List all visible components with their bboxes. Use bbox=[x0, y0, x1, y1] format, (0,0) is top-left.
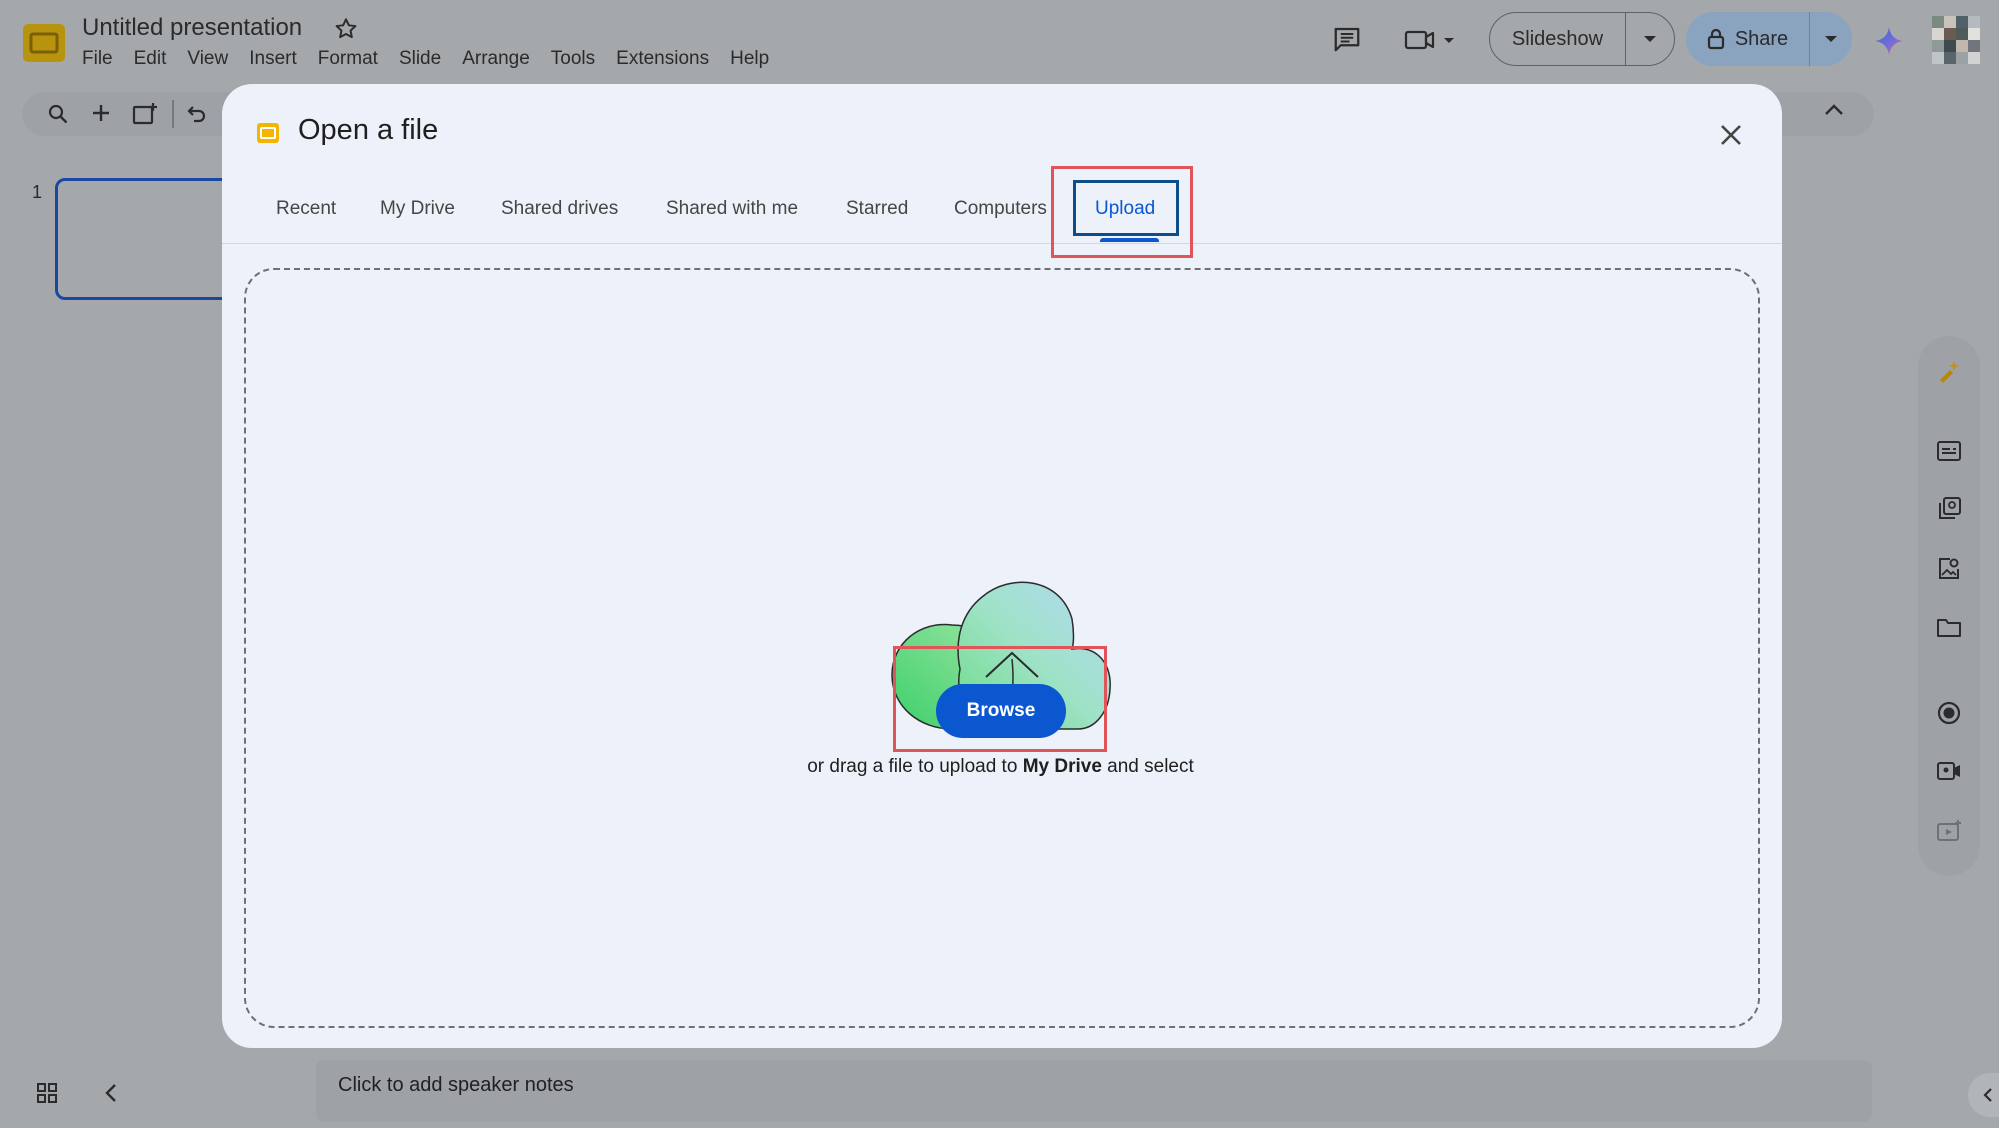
menu-view[interactable]: View bbox=[187, 48, 228, 70]
tab-computers[interactable]: Computers bbox=[954, 196, 1047, 244]
share-dropdown[interactable] bbox=[1810, 35, 1852, 43]
document-title[interactable]: Untitled presentation bbox=[82, 14, 302, 42]
slide-thumbnail[interactable] bbox=[55, 178, 235, 300]
open-file-dialog: Open a file Recent My Drive Shared drive… bbox=[222, 84, 1782, 1048]
speaker-notes-placeholder: Click to add speaker notes bbox=[338, 1074, 574, 1096]
menu-file[interactable]: File bbox=[82, 48, 113, 70]
slideshow-button[interactable]: Slideshow bbox=[1489, 12, 1675, 66]
tab-shared-drives[interactable]: Shared drives bbox=[501, 196, 618, 244]
browse-button[interactable]: Browse bbox=[936, 684, 1066, 738]
gemini-icon[interactable] bbox=[1874, 26, 1904, 56]
slideshow-dropdown[interactable] bbox=[1626, 35, 1674, 43]
focus-ring bbox=[1073, 180, 1179, 236]
comment-icon[interactable] bbox=[1332, 24, 1362, 54]
chevron-left-icon[interactable] bbox=[104, 1083, 118, 1103]
toolbar-divider bbox=[172, 100, 174, 128]
side-panel bbox=[1918, 336, 1980, 876]
gemini-brush-icon[interactable] bbox=[1936, 358, 1962, 384]
camera-insert-icon[interactable] bbox=[1936, 760, 1962, 782]
tab-starred[interactable]: Starred bbox=[846, 196, 908, 244]
slideshow-label[interactable]: Slideshow bbox=[1490, 13, 1626, 65]
grid-view-icon[interactable] bbox=[36, 1082, 58, 1104]
menu-bar: File Edit View Insert Format Slide Arran… bbox=[82, 48, 790, 70]
close-icon[interactable] bbox=[1718, 122, 1744, 148]
upload-hint: or drag a file to upload to My Drive and… bbox=[222, 756, 1779, 778]
star-icon[interactable] bbox=[333, 16, 359, 42]
chevron-down-icon bbox=[1644, 36, 1656, 42]
account-avatar[interactable] bbox=[1932, 16, 1980, 64]
lock-icon bbox=[1707, 28, 1724, 50]
menu-slide[interactable]: Slide bbox=[399, 48, 441, 70]
share-label: Share bbox=[1734, 27, 1789, 50]
slides-logo-icon bbox=[257, 123, 279, 143]
slides-logo-icon[interactable] bbox=[22, 22, 66, 64]
captions-icon[interactable] bbox=[1936, 440, 1962, 462]
chevron-up-icon[interactable] bbox=[1824, 104, 1844, 116]
image-search-icon[interactable] bbox=[1936, 556, 1962, 582]
layers-icon[interactable] bbox=[1936, 496, 1962, 522]
meet-camera-icon[interactable] bbox=[1404, 26, 1460, 54]
hint-prefix: or drag a file to upload to bbox=[807, 756, 1023, 777]
menu-tools[interactable]: Tools bbox=[551, 48, 595, 70]
side-panel-toggle[interactable] bbox=[1968, 1073, 1999, 1117]
chevron-down-icon bbox=[1825, 36, 1837, 42]
new-slide-icon[interactable] bbox=[132, 102, 158, 126]
dialog-title: Open a file bbox=[298, 114, 439, 146]
tab-recent[interactable]: Recent bbox=[276, 196, 336, 244]
top-bar: Untitled presentation File Edit View Ins… bbox=[0, 0, 1999, 84]
chevron-left-icon bbox=[1983, 1088, 1992, 1102]
tab-my-drive[interactable]: My Drive bbox=[380, 196, 455, 244]
slide-number: 1 bbox=[32, 182, 43, 202]
hint-suffix: and select bbox=[1101, 756, 1194, 777]
speaker-notes[interactable]: Click to add speaker notes bbox=[316, 1060, 1872, 1122]
menu-extensions[interactable]: Extensions bbox=[616, 48, 709, 70]
tab-shared-with-me[interactable]: Shared with me bbox=[666, 196, 798, 244]
menu-edit[interactable]: Edit bbox=[134, 48, 167, 70]
hint-location: My Drive bbox=[1022, 756, 1102, 777]
menu-help[interactable]: Help bbox=[730, 48, 769, 70]
undo-icon[interactable] bbox=[186, 102, 208, 124]
plus-icon[interactable] bbox=[90, 102, 112, 124]
present-add-icon[interactable] bbox=[1936, 820, 1962, 842]
search-menus-icon[interactable] bbox=[46, 102, 70, 126]
menu-arrange[interactable]: Arrange bbox=[462, 48, 530, 70]
dialog-tabs: Recent My Drive Shared drives Shared wit… bbox=[222, 196, 1782, 244]
folder-icon[interactable] bbox=[1936, 616, 1962, 638]
menu-format[interactable]: Format bbox=[318, 48, 378, 70]
record-icon[interactable] bbox=[1936, 700, 1962, 726]
share-button[interactable]: Share bbox=[1686, 12, 1852, 66]
menu-insert[interactable]: Insert bbox=[249, 48, 297, 70]
share-main[interactable]: Share bbox=[1686, 12, 1810, 66]
